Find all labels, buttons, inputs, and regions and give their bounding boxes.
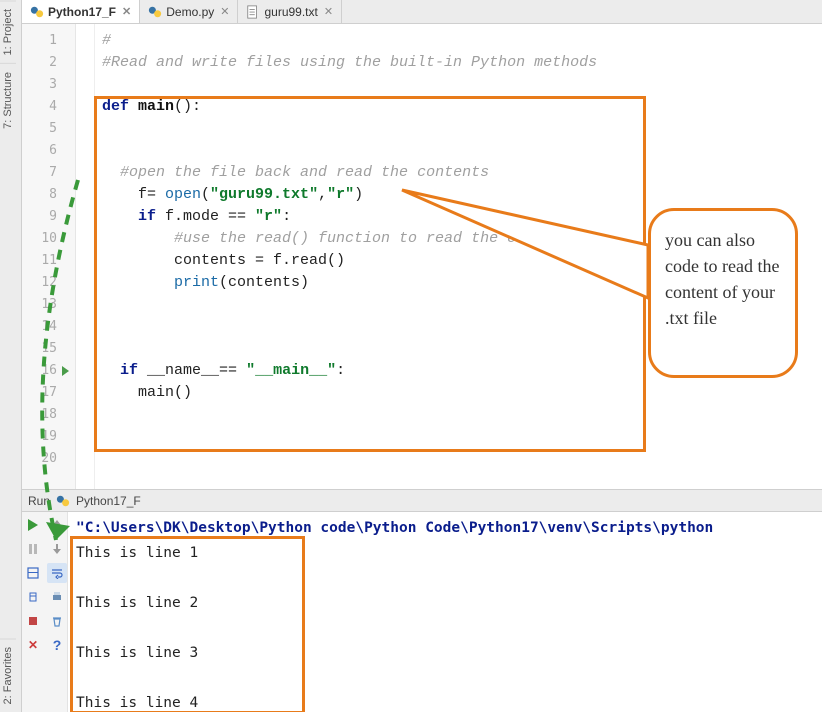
- code-line[interactable]: #: [102, 30, 822, 52]
- tab-label: Demo.py: [166, 5, 214, 19]
- python-icon: [30, 5, 44, 19]
- run-header: Run Python17_F: [22, 490, 822, 512]
- text-file-icon: [246, 5, 260, 19]
- close-icon[interactable]: ✕: [23, 635, 43, 655]
- code-line[interactable]: #open the file back and read the content…: [102, 162, 822, 184]
- tab-close-icon[interactable]: ✕: [122, 5, 131, 18]
- line-number: 17: [22, 382, 75, 404]
- favorites-tool[interactable]: 2: Favorites: [0, 638, 16, 712]
- trash-icon[interactable]: [47, 611, 67, 631]
- line-number: 20: [22, 448, 75, 470]
- code-line[interactable]: #Read and write files using the built-in…: [102, 52, 822, 74]
- step-down-icon[interactable]: [47, 539, 67, 559]
- code-line[interactable]: [102, 140, 822, 162]
- run-path: "C:\Users\DK\Desktop\Python code\Python …: [76, 516, 814, 541]
- tab-demo-py[interactable]: Demo.py ✕: [140, 0, 238, 23]
- line-number: 2: [22, 52, 75, 74]
- output-line: This is line 4: [76, 691, 814, 712]
- console-output: This is line 1 This is line 2 This is li…: [76, 541, 814, 712]
- code-line[interactable]: [102, 74, 822, 96]
- line-number: 13: [22, 294, 75, 316]
- code-line[interactable]: f= open("guru99.txt","r"): [102, 184, 822, 206]
- tab-guru99-txt[interactable]: guru99.txt ✕: [238, 0, 342, 23]
- code-line[interactable]: [102, 448, 822, 470]
- output-line: This is line 3: [76, 641, 814, 666]
- line-number: 16: [22, 360, 75, 382]
- output-line: This is line 2: [76, 591, 814, 616]
- run-button[interactable]: [23, 515, 43, 535]
- run-panel: ✕ ? "C:\Users\DK\Desktop\Python code\Pyt…: [22, 512, 822, 712]
- line-number: 9: [22, 206, 75, 228]
- line-number: 7: [22, 162, 75, 184]
- tab-bar: Python17_F ✕ Demo.py ✕ guru99.txt ✕: [22, 0, 822, 24]
- line-number: 19: [22, 426, 75, 448]
- structure-tool[interactable]: 7: Structure: [0, 63, 16, 137]
- line-number: 15: [22, 338, 75, 360]
- line-number: 18: [22, 404, 75, 426]
- console[interactable]: "C:\Users\DK\Desktop\Python code\Python …: [68, 512, 822, 712]
- line-number: 12: [22, 272, 75, 294]
- run-toolbar: ✕ ?: [22, 512, 68, 712]
- python-icon: [56, 494, 70, 508]
- code-line[interactable]: [102, 118, 822, 140]
- wrap-icon[interactable]: [47, 563, 67, 583]
- pause-icon[interactable]: [23, 539, 43, 559]
- line-number: 5: [22, 118, 75, 140]
- line-number: 11: [22, 250, 75, 272]
- run-label: Run: [28, 494, 50, 508]
- step-up-icon[interactable]: [47, 515, 67, 535]
- tab-label: Python17_F: [48, 5, 116, 19]
- line-number: 6: [22, 140, 75, 162]
- tab-label: guru99.txt: [264, 5, 317, 19]
- tab-close-icon[interactable]: ✕: [324, 5, 333, 18]
- python-icon: [148, 5, 162, 19]
- output-line: [76, 566, 814, 591]
- left-tool-strip: 1: Project 7: Structure 2: Favorites: [0, 0, 22, 712]
- code-line[interactable]: [102, 426, 822, 448]
- line-number: 3: [22, 74, 75, 96]
- run-config-name: Python17_F: [76, 494, 141, 508]
- output-line: [76, 666, 814, 691]
- code-line[interactable]: main(): [102, 382, 822, 404]
- code-line[interactable]: def main():: [102, 96, 822, 118]
- run-gutter-arrow-icon[interactable]: [62, 366, 69, 376]
- line-number: 1: [22, 30, 75, 52]
- settings-icon[interactable]: [23, 587, 43, 607]
- tab-python17-f[interactable]: Python17_F ✕: [22, 0, 140, 23]
- help-icon[interactable]: ?: [47, 635, 67, 655]
- print-icon[interactable]: [47, 587, 67, 607]
- line-number: 10: [22, 228, 75, 250]
- layout-icon[interactable]: [23, 563, 43, 583]
- project-tool[interactable]: 1: Project: [0, 0, 16, 63]
- code-line[interactable]: [102, 404, 822, 426]
- tab-close-icon[interactable]: ✕: [220, 5, 229, 18]
- gutter: 1234567891011121314151617181920: [22, 24, 76, 489]
- callout-bubble: you can also code to read the content of…: [648, 208, 798, 378]
- line-number: 4: [22, 96, 75, 118]
- stop-icon[interactable]: [23, 611, 43, 631]
- line-number: 14: [22, 316, 75, 338]
- output-line: [76, 616, 814, 641]
- line-number: 8: [22, 184, 75, 206]
- output-line: This is line 1: [76, 541, 814, 566]
